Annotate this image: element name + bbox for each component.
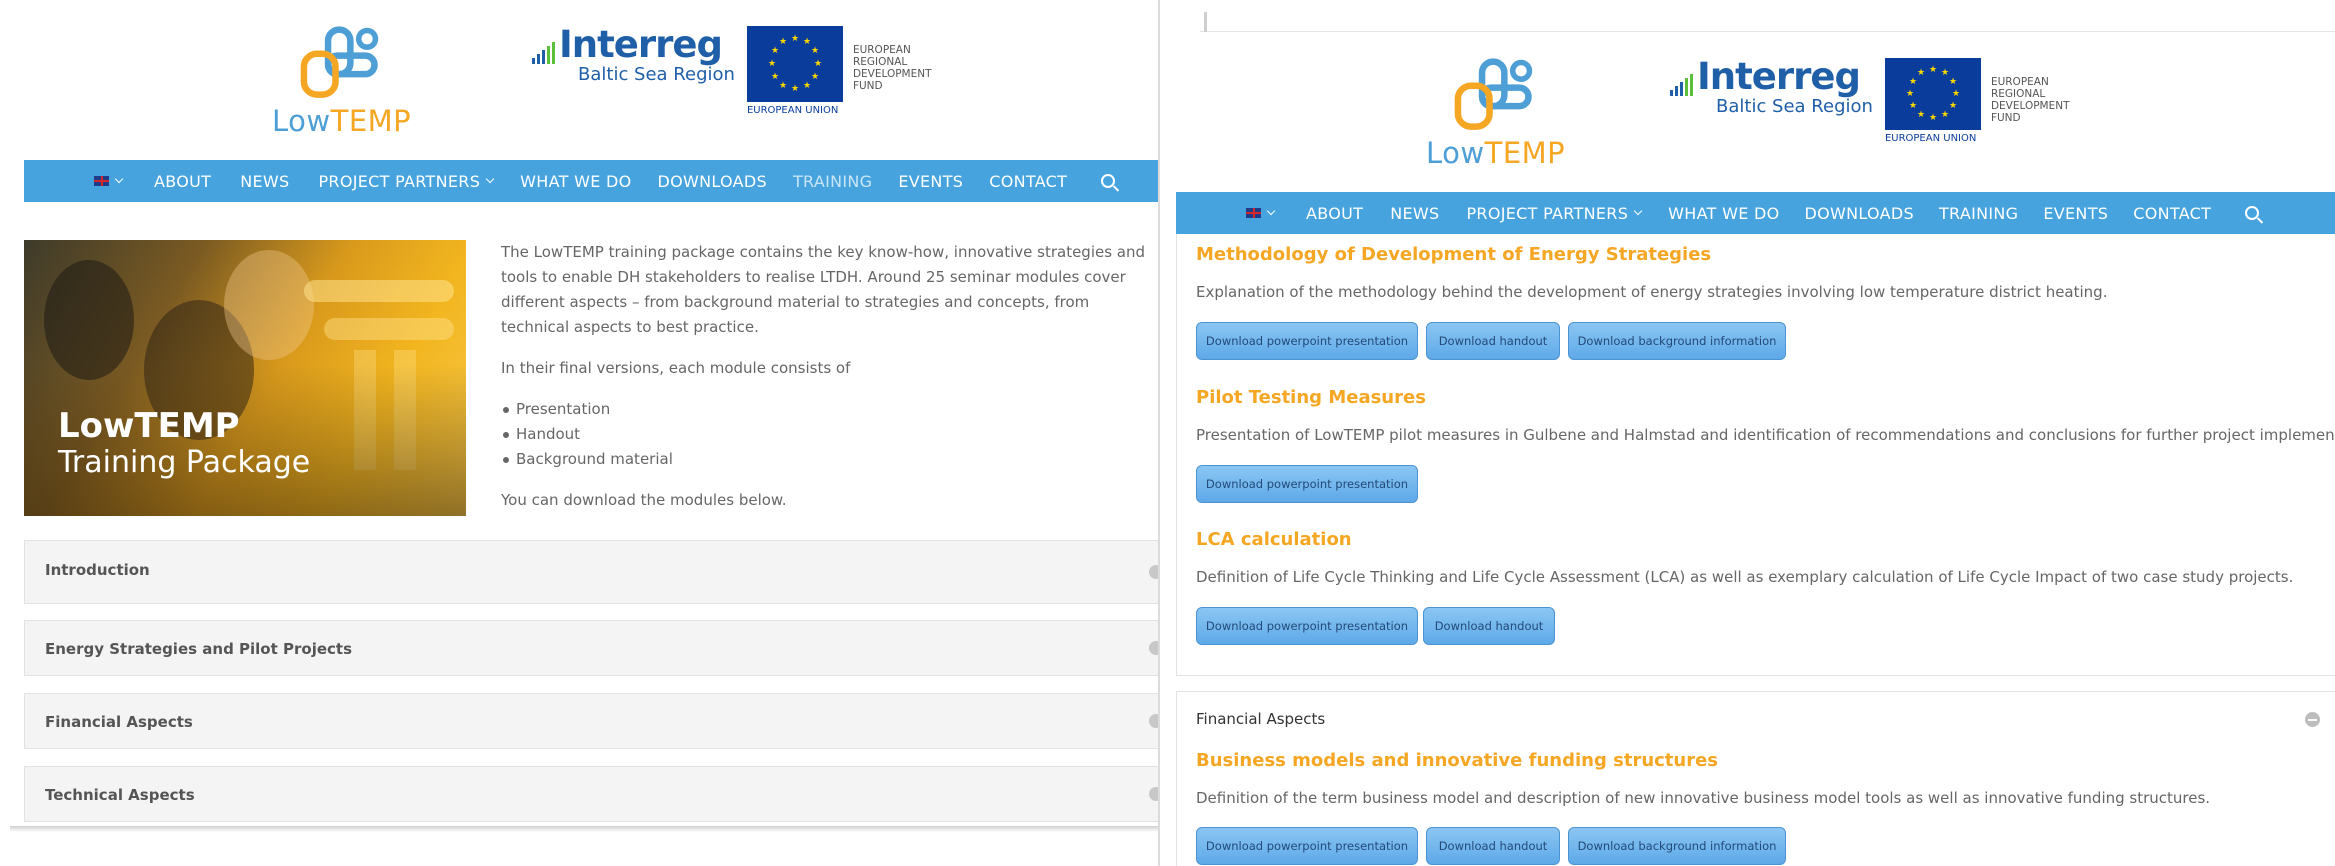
- section-title: Methodology of Development of Energy Str…: [1196, 244, 1712, 265]
- intro-paragraph: You can download the modules below.: [501, 491, 787, 509]
- chevron-down-icon: [1266, 206, 1276, 216]
- intro-text: The LowTEMP training package contains th…: [501, 240, 1161, 529]
- nav-training[interactable]: TRAINING: [793, 172, 872, 191]
- page-edge-shadow: [10, 826, 1160, 832]
- nav-news[interactable]: NEWS: [1390, 204, 1439, 223]
- nav-downloads[interactable]: DOWNLOADS: [1805, 204, 1914, 223]
- download-handout-button[interactable]: Download handout: [1426, 322, 1560, 360]
- nav-about[interactable]: ABOUT: [154, 172, 211, 191]
- top-strip: [1200, 0, 2335, 32]
- interreg-brand: Interreg Baltic Sea Region: [532, 26, 735, 85]
- section-description: Definition of Life Cycle Thinking and Li…: [1196, 568, 2294, 586]
- uk-flag-icon: [94, 176, 109, 186]
- section-description: Definition of the term business model an…: [1196, 789, 2211, 807]
- erdf-text: EUROPEAN REGIONAL DEVELOPMENT FUND: [852, 44, 932, 92]
- interreg-logo[interactable]: Interreg Baltic Sea Region ★ ★ ★ ★ ★ ★ ★ ★ ★ ★…: [1670, 58, 2070, 144]
- eu-caption: EUROPEAN UNION: [1884, 133, 1977, 144]
- accordion-label: Technical Aspects: [45, 786, 195, 804]
- section-description: Explanation of the methodology behind th…: [1196, 283, 2108, 301]
- interreg-subtitle: Baltic Sea Region: [578, 64, 735, 85]
- accordion-label: Financial Aspects: [45, 713, 193, 731]
- list-item: Handout: [501, 422, 1161, 447]
- download-handout-button[interactable]: Download handout: [1423, 607, 1555, 645]
- collapse-icon[interactable]: [2305, 712, 2320, 727]
- nav-training[interactable]: TRAINING: [1939, 204, 2018, 223]
- nav-project-partners[interactable]: PROJECT PARTNERS: [1466, 204, 1643, 223]
- nav-events[interactable]: EVENTS: [898, 172, 963, 191]
- intro-paragraph: In their final versions, each module con…: [501, 359, 851, 377]
- eu-caption: EUROPEAN UNION: [746, 105, 839, 116]
- interreg-subtitle: Baltic Sea Region: [1716, 96, 1873, 117]
- training-package-banner: LowTEMP Training Package: [24, 240, 466, 516]
- nav-what-we-do[interactable]: WHAT WE DO: [1668, 204, 1779, 223]
- search-icon: [2245, 206, 2260, 220]
- screenshot-stage: LowTEMP Interreg Baltic Sea Region ★ ★ ★ ★…: [0, 0, 2335, 866]
- main-nav: ABOUT NEWS PROJECT PARTNERS WHAT WE DO D…: [1176, 192, 2335, 234]
- section-title: Business models and innovative funding s…: [1196, 750, 1719, 771]
- interreg-name: Interreg: [1697, 55, 1861, 98]
- interreg-bars-icon: [532, 40, 555, 64]
- left-page: LowTEMP Interreg Baltic Sea Region ★ ★ ★ ★…: [0, 0, 1163, 866]
- eu-flag-icon: ★ ★ ★ ★ ★ ★ ★ ★ ★ ★ ★ ★: [746, 26, 843, 102]
- search-icon: [1101, 174, 1116, 188]
- chevron-down-icon: [114, 174, 124, 184]
- download-presentation-button[interactable]: Download powerpoint presentation: [1196, 607, 1418, 645]
- nav-news[interactable]: NEWS: [240, 172, 289, 191]
- interreg-name: Interreg: [559, 23, 723, 66]
- interreg-logo[interactable]: Interreg Baltic Sea Region ★ ★ ★ ★ ★ ★ ★ ★ ★ ★…: [532, 26, 932, 116]
- lowtemp-logo-icon: [300, 26, 378, 98]
- nav-contact[interactable]: CONTACT: [989, 172, 1067, 191]
- list-item: Background material: [501, 447, 1161, 472]
- lowtemp-logo[interactable]: LowTEMP: [272, 24, 411, 138]
- lowtemp-wordmark: LowTEMP: [1426, 136, 1566, 170]
- nav-search[interactable]: [2245, 206, 2260, 220]
- download-background-button[interactable]: Download background information: [1568, 827, 1786, 865]
- download-presentation-button[interactable]: Download powerpoint presentation: [1196, 827, 1418, 865]
- list-item: Presentation: [501, 397, 1161, 422]
- nav-contact[interactable]: CONTACT: [2133, 204, 2211, 223]
- accordion-label: Introduction: [45, 561, 150, 579]
- lowtemp-wordmark: LowTEMP: [272, 104, 412, 138]
- section-description: Presentation of LowTEMP pilot measures i…: [1196, 426, 2335, 444]
- banner-subtitle: Training Package: [58, 445, 311, 480]
- nav-events[interactable]: EVENTS: [2043, 204, 2108, 223]
- interreg-bars-icon: [1670, 72, 1693, 96]
- interreg-brand: Interreg Baltic Sea Region: [1670, 58, 1873, 117]
- accordion-energy-strategies[interactable]: Energy Strategies and Pilot Projects: [24, 620, 1163, 676]
- right-page: LowTEMP Interreg Baltic Sea Region ★ ★ ★ ★…: [1158, 0, 2335, 866]
- section-title: LCA calculation: [1196, 529, 1352, 550]
- module-components-list: Presentation Handout Background material: [501, 397, 1161, 472]
- accordion-introduction[interactable]: Introduction: [24, 540, 1163, 604]
- lowtemp-logo[interactable]: LowTEMP: [1426, 56, 1565, 170]
- accordion-label[interactable]: Financial Aspects: [1196, 710, 1325, 728]
- accordion-technical-aspects[interactable]: Technical Aspects: [24, 766, 1163, 822]
- download-handout-button[interactable]: Download handout: [1426, 827, 1560, 865]
- nav-project-partners[interactable]: PROJECT PARTNERS: [318, 172, 495, 191]
- divider: [1204, 12, 1207, 32]
- lowtemp-logo-icon: [1454, 58, 1532, 130]
- download-presentation-button[interactable]: Download powerpoint presentation: [1196, 322, 1418, 360]
- download-presentation-button[interactable]: Download powerpoint presentation: [1196, 465, 1418, 503]
- eu-flag-block: ★ ★ ★ ★ ★ ★ ★ ★ ★ ★ ★ ★ EUROPEAN UNION: [746, 26, 843, 116]
- uk-flag-icon: [1246, 208, 1261, 218]
- erdf-text: EUROPEAN REGIONAL DEVELOPMENT FUND: [1990, 76, 2070, 124]
- accordion-financial-aspects[interactable]: Financial Aspects: [24, 693, 1163, 749]
- section-title: Pilot Testing Measures: [1196, 387, 1426, 408]
- nav-search[interactable]: [1101, 174, 1116, 188]
- nav-about[interactable]: ABOUT: [1306, 204, 1363, 223]
- eu-flag-icon: ★ ★ ★ ★ ★ ★ ★ ★ ★ ★ ★ ★: [1884, 58, 1981, 130]
- chevron-down-icon: [485, 174, 495, 184]
- accordion-label: Energy Strategies and Pilot Projects: [45, 640, 353, 658]
- nav-what-we-do[interactable]: WHAT WE DO: [520, 172, 631, 191]
- download-background-button[interactable]: Download background information: [1568, 322, 1786, 360]
- eu-flag-block: ★ ★ ★ ★ ★ ★ ★ ★ ★ ★ ★ ★ EUROPEAN UNION: [1884, 58, 1981, 144]
- chevron-down-icon: [1633, 206, 1643, 216]
- language-switcher[interactable]: [1246, 206, 1276, 218]
- main-nav: ABOUT NEWS PROJECT PARTNERS WHAT WE DO D…: [24, 160, 1160, 202]
- intro-paragraph: The LowTEMP training package contains th…: [501, 243, 1146, 336]
- banner-title: LowTEMP: [58, 406, 240, 446]
- language-switcher[interactable]: [94, 174, 124, 186]
- nav-downloads[interactable]: DOWNLOADS: [658, 172, 767, 191]
